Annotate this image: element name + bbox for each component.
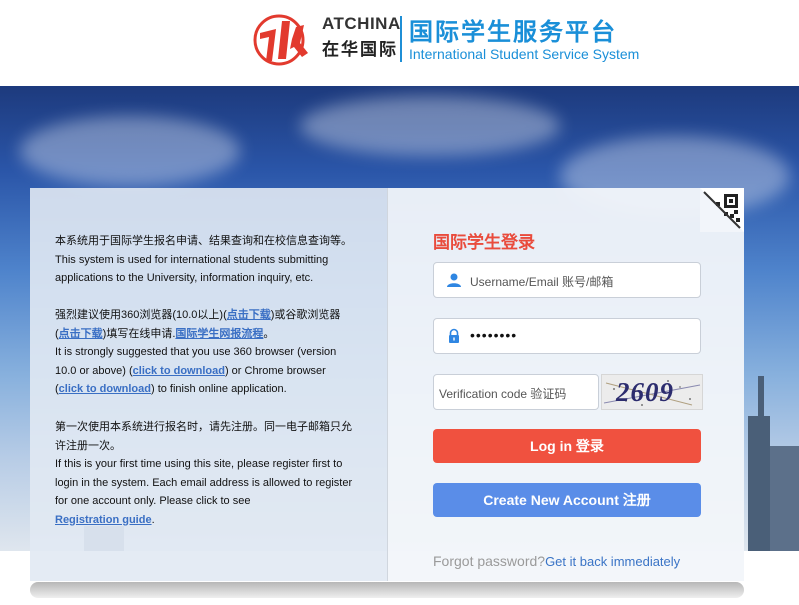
site-header: ATCHINA 在华国际 国际学生服务平台 International Stud… bbox=[0, 0, 799, 86]
info-text: 。 bbox=[263, 327, 275, 340]
login-button[interactable]: Log in 登录 bbox=[433, 429, 701, 463]
system-title-en: International Student Service System bbox=[409, 46, 640, 62]
building bbox=[770, 446, 799, 551]
info-paragraph-register: 第一次使用本系统进行报名时，请先注册。同一电子邮箱只允许注册一次。 If thi… bbox=[55, 418, 355, 529]
recover-password-link[interactable]: Get it back immediately bbox=[545, 554, 680, 569]
password-input[interactable]: •••••••• bbox=[433, 318, 701, 354]
captcha-image[interactable]: 2609 bbox=[601, 374, 703, 410]
brand-name-en: ATCHINA bbox=[322, 14, 401, 33]
cloud bbox=[20, 116, 240, 186]
password-value: •••••••• bbox=[470, 327, 518, 343]
info-text: 强烈建议使用360浏览器(10.0以上)( bbox=[55, 309, 227, 321]
login-title: 国际学生登录 bbox=[433, 233, 535, 252]
info-text: . bbox=[151, 513, 155, 526]
info-text-en: This system is used for international st… bbox=[55, 253, 329, 285]
user-icon bbox=[447, 273, 461, 287]
brand-divider bbox=[400, 16, 402, 62]
brand-name-cn: 在华国际 bbox=[322, 40, 398, 59]
info-text: )填写在线申请. bbox=[102, 327, 176, 340]
registration-guide-link[interactable]: Registration guide bbox=[55, 514, 152, 526]
forgot-password: Forgot password?Get it back immediately bbox=[433, 553, 680, 569]
system-title-cn: 国际学生服务平台 bbox=[409, 19, 617, 46]
download-360-link-en[interactable]: click to download bbox=[133, 365, 225, 377]
info-text-cn: 本系统用于国际学生报名申请、结果查询和在校信息查询等。 bbox=[55, 235, 352, 247]
username-placeholder: Username/Email 账号/邮箱 bbox=[470, 275, 614, 289]
lock-icon bbox=[449, 328, 459, 343]
download-360-link-cn[interactable]: 点击下载 bbox=[227, 309, 271, 321]
download-chrome-link-cn[interactable]: 点击下载 bbox=[59, 328, 103, 340]
info-text-en: If this is your first time using this si… bbox=[55, 458, 353, 507]
create-account-button[interactable]: Create New Account 注册 bbox=[433, 483, 701, 517]
cloud bbox=[300, 96, 560, 156]
info-paragraph-browser: 强烈建议使用360浏览器(10.0以上)(点击下载)或谷歌浏览器(点击下载)填写… bbox=[55, 306, 355, 399]
username-input[interactable]: Username/Email 账号/邮箱 bbox=[433, 262, 701, 298]
download-chrome-link-en[interactable]: click to download bbox=[59, 383, 151, 395]
info-text: ) to finish online application. bbox=[150, 383, 287, 395]
panel-shadow bbox=[30, 582, 744, 598]
atchina-logo-icon bbox=[253, 14, 308, 66]
info-paragraph-intro: 本系统用于国际学生报名申请、结果查询和在校信息查询等。 This system … bbox=[55, 232, 355, 288]
building-spire bbox=[758, 376, 764, 418]
forgot-password-text: Forgot password? bbox=[433, 553, 546, 569]
qr-code-icon[interactable] bbox=[700, 188, 744, 232]
verification-placeholder: Verification code 验证码 bbox=[439, 387, 567, 401]
verification-code-input[interactable]: Verification code 验证码 bbox=[433, 374, 599, 410]
info-text-cn: 第一次使用本系统进行报名时，请先注册。同一电子邮箱只允许注册一次。 bbox=[55, 421, 352, 452]
captcha-text: 2609 bbox=[616, 377, 674, 407]
application-process-link[interactable]: 国际学生网报流程 bbox=[175, 328, 263, 340]
building bbox=[748, 416, 770, 551]
